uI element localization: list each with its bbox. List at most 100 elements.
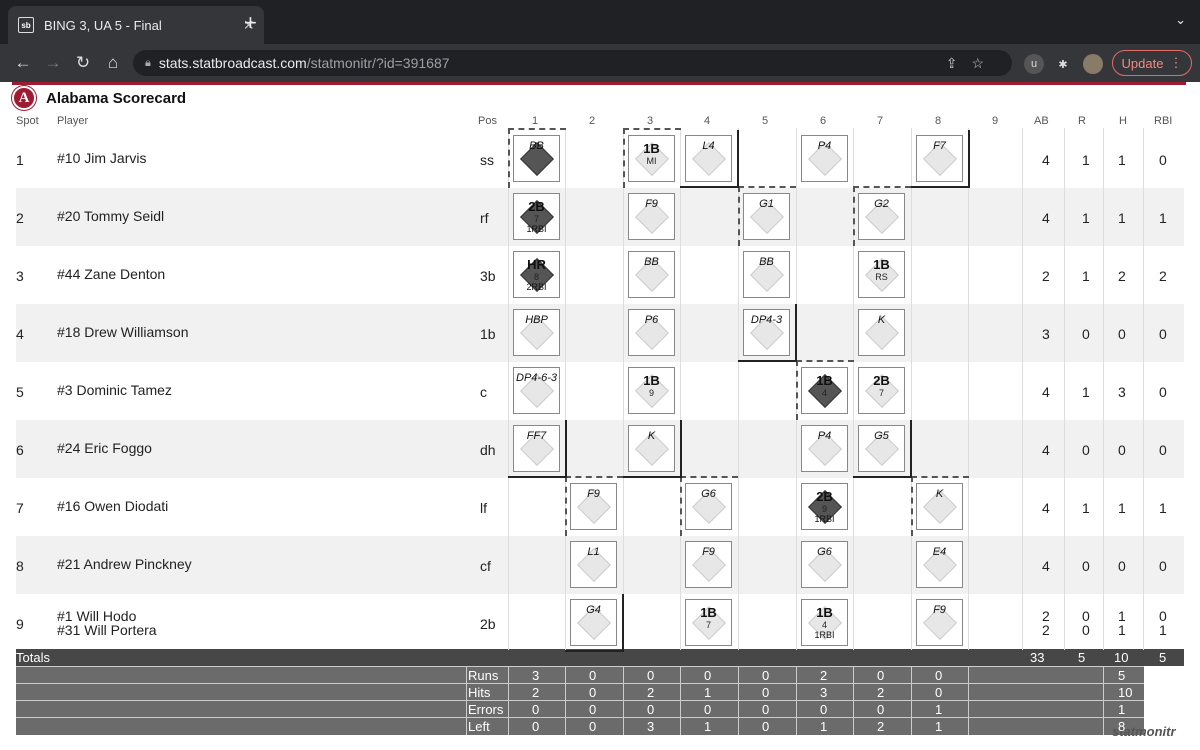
linescore-label: Hits [468, 685, 491, 700]
inning-end-marker [680, 186, 738, 188]
at-bat-cell[interactable]: 2B 7 [858, 367, 905, 414]
at-bat-cell[interactable]: K [628, 425, 675, 472]
table-row: 2 #20 Tommy Seidl rf 4 1 1 1 [16, 188, 1184, 246]
stat-rbi: 1 [1159, 210, 1167, 226]
forward-icon[interactable]: → [38, 53, 68, 73]
at-bat-cell[interactable]: L1 [570, 541, 617, 588]
player-name[interactable]: #44 Zane Denton [57, 266, 165, 282]
at-bat-cell[interactable]: K [858, 309, 905, 356]
at-bat-cell[interactable]: G6 [801, 541, 848, 588]
player-name[interactable]: #10 Jim Jarvis [57, 150, 146, 166]
at-bat-cell[interactable]: P6 [628, 309, 675, 356]
player-position: c [480, 384, 487, 400]
inning-start-marker [911, 476, 969, 536]
play-note: 1RBI [526, 224, 547, 234]
stat-r: 1 [1082, 384, 1090, 400]
stat-ab: 4 [1042, 442, 1050, 458]
stat-r: 0 [1082, 442, 1090, 458]
linescore-value: 0 [820, 702, 828, 717]
col-header-h: H [1119, 115, 1127, 127]
play-result: P6 [644, 314, 659, 326]
at-bat-cell[interactable]: E4 [916, 541, 963, 588]
at-bat-cell[interactable]: G4 [570, 599, 617, 646]
at-bat-cell[interactable]: BB [743, 251, 790, 298]
profile-avatar[interactable] [1083, 54, 1103, 74]
more-menu-icon: ⋮ [1169, 55, 1183, 70]
player-name[interactable]: #31 Will Portera [57, 622, 157, 638]
at-bat-cell[interactable]: P4 [801, 425, 848, 472]
alabama-logo: A [12, 86, 36, 110]
at-bat-cell[interactable]: 1B 9 [628, 367, 675, 414]
play-result: G6 [701, 488, 716, 500]
reload-icon[interactable]: ↻ [68, 53, 98, 73]
player-name[interactable]: #18 Drew Williamson [57, 324, 188, 340]
extension-icon[interactable]: u [1024, 54, 1044, 74]
at-bat-cell[interactable]: DP4-3 [743, 309, 790, 356]
player-name[interactable]: #24 Eric Foggo [57, 440, 152, 456]
at-bat-cell[interactable]: P4 [801, 135, 848, 182]
at-bat-cell[interactable]: 1B 4 1RBI [801, 599, 848, 646]
play-result: P4 [817, 430, 832, 442]
site-favicon-icon: sb [18, 17, 34, 33]
play-result: 1B [700, 605, 717, 620]
linescore-value: 3 [532, 668, 540, 683]
spot-number: 1 [16, 152, 24, 168]
linescore-total: 8 [1118, 719, 1126, 734]
play-result: 1B [643, 373, 660, 388]
col-header-spot: Spot [16, 115, 39, 127]
at-bat-cell[interactable]: HBP [513, 309, 560, 356]
column-divider [911, 128, 912, 650]
at-bat-cell[interactable]: FF7 [513, 425, 560, 472]
home-icon[interactable]: ⌂ [98, 53, 128, 73]
share-bookmark-icons[interactable]: ⇪☆ [946, 55, 998, 72]
linescore-row: Hits 2 0 2 1 0 3 2 0 10 [16, 683, 1144, 700]
browser-tab[interactable]: sb BING 3, UA 5 - Final × [8, 6, 264, 44]
column-divider [1064, 128, 1065, 650]
inning-end-marker [565, 420, 567, 478]
back-icon[interactable]: ← [8, 53, 38, 73]
linescore-value: 3 [647, 719, 655, 734]
at-bat-cell[interactable]: F9 [916, 599, 963, 646]
at-bat-cell[interactable]: BB [628, 251, 675, 298]
player-name[interactable]: #16 Owen Diodati [57, 498, 168, 514]
play-result: K [935, 488, 944, 500]
browser-tab-bar: sb BING 3, UA 5 - Final × + ⌄ [0, 0, 1200, 44]
play-note: 1RBI [814, 514, 835, 524]
linescore-value: 0 [647, 702, 655, 717]
scorecard-header: A Alabama Scorecard [12, 86, 186, 110]
play-result: DP4-3 [750, 314, 783, 326]
play-fielder: 4 [821, 620, 827, 630]
tab-search-chevron-icon[interactable]: ⌄ [1175, 12, 1186, 28]
linescore-value: 0 [532, 719, 540, 734]
play-result: K [877, 314, 886, 326]
linescore-value: 1 [704, 719, 712, 734]
player-name[interactable]: #21 Andrew Pinckney [57, 556, 192, 572]
col-header-inning-4: 4 [704, 115, 711, 127]
address-bar[interactable]: 🔒︎ stats.statbroadcast.com/statmonitr/?i… [133, 50, 1012, 76]
player-name[interactable]: #20 Tommy Seidl [57, 208, 164, 224]
stat-r: 1 [1082, 152, 1090, 168]
puzzle-extensions-icon[interactable]: ✱ [1053, 54, 1073, 74]
at-bat-cell[interactable]: G5 [858, 425, 905, 472]
stat-rbi: 0 [1159, 442, 1167, 458]
linescore-value: 3 [820, 685, 828, 700]
inning-end-marker [853, 476, 911, 478]
at-bat-cell[interactable]: F7 [916, 135, 963, 182]
play-result: F9 [933, 604, 946, 616]
stat-rbi: 2 [1159, 268, 1167, 284]
player-name[interactable]: #3 Dominic Tamez [57, 382, 172, 398]
at-bat-cell[interactable]: F9 [628, 193, 675, 240]
new-tab-icon[interactable]: + [244, 10, 257, 36]
update-button[interactable]: Update ⋮ [1112, 50, 1192, 76]
at-bat-cell[interactable]: 1B RS [858, 251, 905, 298]
at-bat-cell[interactable]: 2B 9 1RBI [801, 483, 848, 530]
play-result: F9 [645, 198, 658, 210]
at-bat-cell[interactable]: L4 [685, 135, 732, 182]
at-bat-cell[interactable]: DP4-6-3 [513, 367, 560, 414]
at-bat-cell[interactable]: HR 8 2RBI [513, 251, 560, 298]
at-bat-cell[interactable]: 1B 7 [685, 599, 732, 646]
at-bat-cell[interactable]: F9 [685, 541, 732, 588]
stat-h: 2 [1118, 268, 1126, 284]
at-bat-cell[interactable]: 2B 7 1RBI [513, 193, 560, 240]
play-result: 2B [528, 199, 545, 214]
